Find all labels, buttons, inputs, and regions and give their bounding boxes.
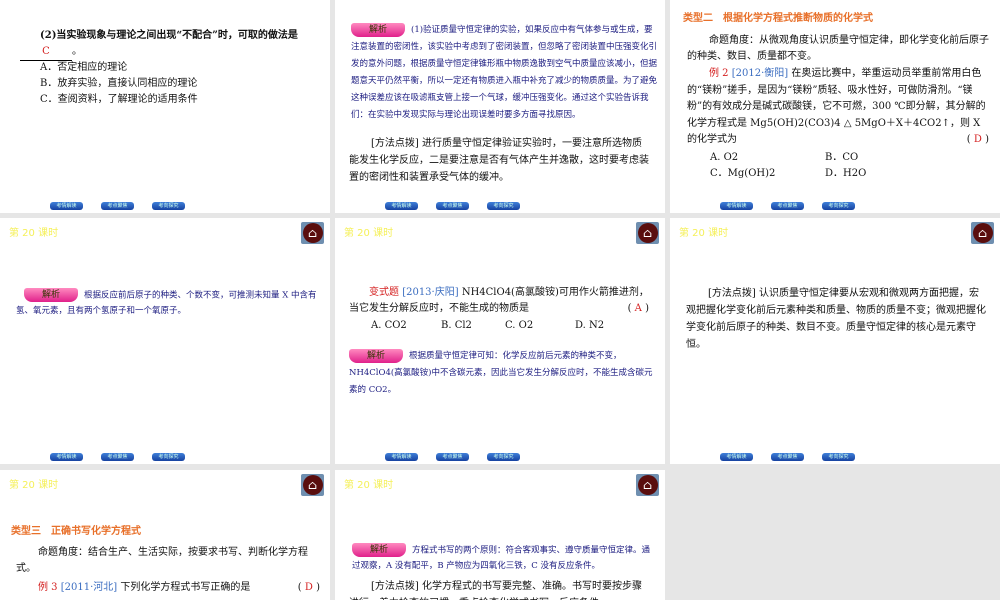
analysis-text: 解析 根据反应前后原子的种类、个数不变，可推测未知量 X 中含有氢、氧元素，且有两… — [16, 288, 317, 316]
home-icon: ⌂ — [972, 223, 993, 243]
example-question: 例 3 [2011·河北] 下列化学方程式书写正确的是( D ) — [38, 582, 320, 593]
slide-thumbnail-4[interactable]: 第 20 课时 ⌂ 解析 根据反应前后原子的种类、个数不变，可推测未知量 X 中含… — [0, 218, 330, 464]
nav-buttons: 考情解读 考点聚焦 考向探究 — [385, 453, 520, 461]
question-text: (2)当实验现象与理论之间出现“不配合”时，可取的做法是 C。 — [20, 28, 320, 61]
nav-button[interactable]: 考情解读 — [720, 202, 753, 210]
lesson-header: 第 20 课时 — [344, 228, 394, 239]
nav-button[interactable]: 考点聚焦 — [771, 202, 804, 210]
method-tip: [方法点拨] 进行质量守恒定律验证实验时，一要注意所选物质能发生化学反应，二是要… — [349, 138, 649, 183]
slide-thumbnail-8[interactable]: 第 20 课时 ⌂ 解析 方程式书写的两个原则：符合客观事实、遵守质量守恒定律。通… — [335, 470, 665, 600]
nav-buttons: 考情解读 考点聚焦 考向探究 — [50, 453, 185, 461]
slide-thumbnail-1[interactable]: (2)当实验现象与理论之间出现“不配合”时，可取的做法是 C。 A．否定相应的理论… — [0, 0, 330, 213]
option: A. CO2 — [371, 320, 407, 331]
nav-buttons: 考情解读 考点聚焦 考向探究 — [385, 202, 520, 210]
analysis-text: 解析 根据质量守恒定律可知：化学反应前后元素的种类不变，NH4ClO4(高氯酸铵)… — [349, 348, 653, 395]
lesson-header: 第 20 课时 — [344, 480, 394, 491]
option: B．CO — [825, 152, 859, 163]
question-angle: 命题角度：从微观角度认识质量守恒定律，即化学变化前后原子的种类、数目、质量都不变… — [687, 35, 989, 62]
option: A．否定相应的理论 — [40, 62, 128, 73]
nav-button[interactable]: 考情解读 — [50, 202, 83, 210]
analysis-badge: 解析 — [349, 348, 403, 363]
option: C．Mg(OH)2 — [710, 168, 776, 179]
nav-button[interactable]: 考点聚焦 — [101, 453, 134, 461]
home-button[interactable]: ⌂ — [971, 222, 994, 244]
nav-button[interactable]: 考点聚焦 — [436, 453, 469, 461]
option: A. O2 — [710, 152, 739, 163]
option: B．放弃实验，直接认同相应的理论 — [40, 78, 198, 89]
slide-thumbnail-5[interactable]: 第 20 课时 ⌂ 变式题 [2013·庆阳] NH4ClO4(高氯酸铵)可用作… — [335, 218, 665, 464]
nav-button[interactable]: 考向探究 — [822, 202, 855, 210]
home-button[interactable]: ⌂ — [636, 474, 659, 496]
option: C．查阅资料，了解理论的适用条件 — [40, 94, 198, 105]
home-icon: ⌂ — [637, 475, 658, 495]
question-angle: 命题角度：结合生产、生活实际，按要求书写、判断化学方程式。 — [16, 547, 308, 574]
slide-thumbnail-6[interactable]: 第 20 课时 ⌂ [方法点拨] 认识质量守恒定律要从宏观和微观两方面把握，宏观… — [670, 218, 1000, 464]
method-tip: [方法点拨] 认识质量守恒定律要从宏观和微观两方面把握，宏观把握化学变化前后元素… — [686, 288, 986, 350]
analysis-text: 解析 (1)验证质量守恒定律的实验，如果反应中有气体参与或生成，要注意装置的密闭性… — [351, 22, 658, 120]
home-button[interactable]: ⌂ — [636, 222, 659, 244]
nav-buttons: 考情解读 考点聚焦 考向探究 — [50, 202, 185, 210]
analysis-text: 解析 方程式书写的两个原则：符合客观事实、遵守质量守恒定律。通过观察，A 没有配平… — [352, 543, 651, 571]
nav-button[interactable]: 考向探究 — [822, 453, 855, 461]
lesson-header: 第 20 课时 — [679, 228, 729, 239]
slide-thumbnail-7[interactable]: 第 20 课时 ⌂ 类型三 正确书写化学方程式 命题角度：结合生产、生活实际，按… — [0, 470, 330, 600]
nav-button[interactable]: 考向探究 — [152, 453, 185, 461]
variant-question: 变式题 [2013·庆阳] NH4ClO4(高氯酸铵)可用作火箭推进剂，当它发生… — [349, 287, 649, 314]
home-icon: ⌂ — [302, 475, 323, 495]
nav-button[interactable]: 考情解读 — [50, 453, 83, 461]
home-icon: ⌂ — [302, 223, 323, 243]
lesson-header: 第 20 课时 — [9, 228, 59, 239]
section-title: 类型三 正确书写化学方程式 — [11, 526, 141, 537]
option: B. Cl2 — [441, 320, 472, 331]
nav-button[interactable]: 考情解读 — [385, 453, 418, 461]
nav-button[interactable]: 考向探究 — [152, 202, 185, 210]
nav-button[interactable]: 考情解读 — [385, 202, 418, 210]
nav-buttons: 考情解读 考点聚焦 考向探究 — [720, 453, 855, 461]
slide-thumbnail-2[interactable]: 解析 (1)验证质量守恒定律的实验，如果反应中有气体参与或生成，要注意装置的密闭性… — [335, 0, 665, 213]
nav-button[interactable]: 考向探究 — [487, 202, 520, 210]
home-icon: ⌂ — [637, 223, 658, 243]
answer: D — [304, 582, 313, 593]
answer: A — [634, 303, 642, 314]
answer: C — [42, 46, 50, 57]
nav-button[interactable]: 考情解读 — [720, 453, 753, 461]
method-tip: [方法点拨] 化学方程式的书写要完整、准确。书写时要按步骤进行，着力检查的习惯，… — [349, 581, 642, 600]
home-button[interactable]: ⌂ — [301, 474, 324, 496]
section-title: 类型二 根据化学方程式推断物质的化学式 — [683, 13, 873, 24]
example-question: 例 2 [2012·衡阳] 在奥运比赛中，举重运动员举重前常用白色的“镁粉”搓手… — [687, 68, 989, 145]
nav-button[interactable]: 考点聚焦 — [771, 453, 804, 461]
option: D．H2O — [825, 168, 867, 179]
home-button[interactable]: ⌂ — [301, 222, 324, 244]
nav-buttons: 考情解读 考点聚焦 考向探究 — [720, 202, 855, 210]
analysis-badge: 解析 — [352, 543, 406, 557]
answer: D — [973, 134, 982, 145]
option: D. N2 — [575, 320, 605, 331]
analysis-badge: 解析 — [24, 288, 78, 302]
nav-button[interactable]: 考点聚焦 — [436, 202, 469, 210]
analysis-badge: 解析 — [351, 22, 405, 37]
nav-button[interactable]: 考点聚焦 — [101, 202, 134, 210]
lesson-header: 第 20 课时 — [9, 480, 59, 491]
option: C. O2 — [505, 320, 534, 331]
slide-thumbnail-3[interactable]: 类型二 根据化学方程式推断物质的化学式 命题角度：从微观角度认识质量守恒定律，即… — [670, 0, 1000, 213]
nav-button[interactable]: 考向探究 — [487, 453, 520, 461]
